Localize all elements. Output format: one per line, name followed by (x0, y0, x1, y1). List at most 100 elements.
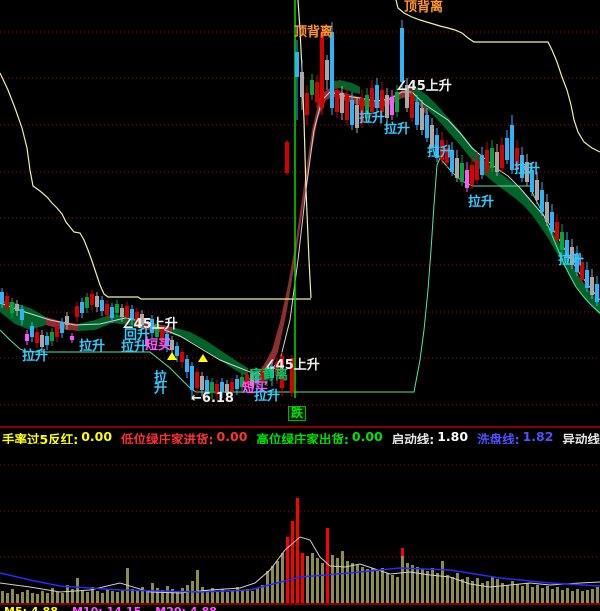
volume-bar (536, 585, 539, 603)
annotation-label: 拉升 (22, 350, 48, 363)
annotation-label: 拉升 (121, 341, 147, 354)
candle-body (320, 33, 324, 108)
volume-bar (81, 590, 84, 603)
volume-ma-blue (0, 568, 600, 592)
volume-bar (226, 592, 229, 603)
candle-body (30, 326, 34, 337)
candle-body (70, 336, 74, 340)
buy-triangle-marker (198, 354, 208, 362)
volume-bar (401, 556, 404, 603)
volume-bar (296, 498, 299, 603)
cutoff-text-fragment: M20: 4.88 (155, 606, 217, 611)
candle-body (305, 93, 309, 115)
volume-bar (366, 569, 369, 603)
volume-bar (256, 588, 259, 603)
volume-bar (416, 567, 419, 603)
stock-chart-window: 顶背离顶背离∠45上升拉升拉升拉升拉升拉升拉升∠45上升回升拉升短买拉升拉升拉升… (0, 0, 600, 611)
volume-bar (101, 593, 104, 603)
candle-body (325, 60, 329, 80)
candle-body (35, 332, 39, 343)
volume-bar (561, 590, 564, 603)
cutoff-text-row: M5: 4.88M10: 14.15M20: 4.88 (4, 606, 600, 611)
volume-bar (506, 585, 509, 603)
volume-bar (166, 586, 169, 603)
volume-bar (136, 591, 139, 603)
volume-bar (61, 593, 64, 603)
candle-body (50, 332, 54, 341)
upper-envelope-line (298, 0, 311, 298)
volume-bar (116, 592, 119, 603)
volume-bar (121, 590, 124, 603)
candle-body (375, 85, 379, 108)
candle-body (550, 212, 554, 232)
volume-bar-tip (401, 548, 404, 556)
volume-bar (56, 592, 59, 603)
volume-bar (321, 563, 324, 603)
volume-bar (231, 590, 234, 603)
indicator-label: 低位绿庄家进货: (121, 429, 214, 444)
candle-body (315, 82, 319, 102)
volume-bar (496, 579, 499, 603)
indicator-value: 1.82 (523, 429, 554, 444)
indicator-item: 高位绿庄家出货:0.00 (256, 429, 382, 444)
volume-bar (16, 594, 19, 603)
indicator-label: 手率过5反红: (2, 429, 78, 444)
candle-body (60, 322, 64, 333)
annotation-label: 短买 (145, 339, 171, 352)
candle-body (495, 152, 499, 172)
volume-bar (251, 591, 254, 603)
volume-bar (241, 591, 244, 603)
candle-body (5, 296, 9, 308)
volume-bar (426, 571, 429, 603)
volume-bar (31, 593, 34, 603)
cutoff-text-fragment: M5: 4.88 (4, 606, 58, 611)
indicator-item: 启动线:1.80 (392, 429, 468, 444)
candle-body (470, 165, 474, 185)
candle-body (295, 52, 299, 77)
volume-bar (386, 573, 389, 603)
candle-body (195, 372, 199, 388)
candle-body (480, 155, 484, 175)
candle-body (370, 88, 374, 112)
candle-body (25, 334, 29, 341)
volume-bar (46, 593, 49, 603)
indicator-item: 手率过5反红:0.00 (2, 429, 112, 444)
volume-bar (86, 592, 89, 603)
volume-bar (216, 591, 219, 603)
candle-body (390, 97, 394, 115)
candle-body (285, 142, 289, 173)
annotation-label: 拉升 (79, 340, 105, 353)
fall-badge: 跌 (288, 406, 306, 421)
candle-body (350, 100, 354, 125)
volume-bar (391, 575, 394, 603)
candle-body (460, 163, 464, 182)
volume-bar (6, 593, 9, 603)
annotation-label: 顶背离 (294, 26, 333, 39)
candle-body (300, 72, 304, 97)
volume-bar (376, 570, 379, 603)
volume-bar (281, 553, 284, 603)
ma-ribbon (412, 86, 600, 315)
candle-body (420, 108, 424, 130)
indicator-value: 0.00 (217, 429, 248, 444)
volume-ma-white (0, 537, 600, 593)
volume-bar (451, 577, 454, 603)
candle-body (180, 352, 184, 362)
volume-bar (456, 573, 459, 603)
candle-body (490, 148, 494, 168)
volume-bar (556, 587, 559, 603)
candle-body (230, 382, 234, 391)
volume-bar (461, 579, 464, 603)
candle-body (55, 326, 59, 337)
annotation-label: 顶背离 (404, 1, 443, 14)
annotation-label: 拉升 (152, 370, 165, 392)
candle-body (555, 222, 559, 240)
volume-bar (41, 591, 44, 603)
volume-bar (186, 585, 189, 603)
indicator-item: 洗盘线:1.82 (477, 429, 553, 444)
chart-canvas[interactable] (0, 0, 600, 611)
candle-body (410, 95, 414, 118)
volume-bar (246, 589, 249, 603)
candle-body (545, 202, 549, 222)
volume-bar (131, 589, 134, 603)
